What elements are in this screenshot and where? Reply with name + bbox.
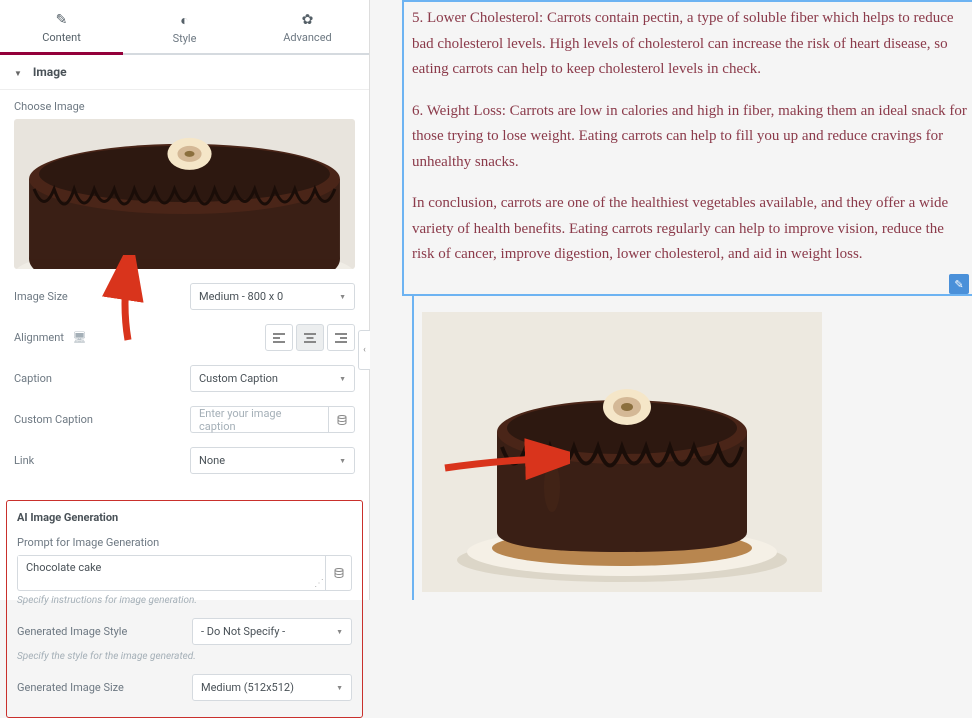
field-alignment: Alignment 🖥 — [14, 324, 355, 351]
preview-content: 5. Lower Cholesterol: Carrots contain pe… — [370, 0, 972, 600]
ai-prompt-label: Prompt for Image Generation — [17, 536, 352, 549]
alignment-buttons — [265, 324, 355, 351]
custom-caption-input[interactable]: Enter your image caption — [190, 406, 328, 433]
panel-body: Choose Image Image Size Medium - 800 x 0 — [0, 90, 369, 498]
alignment-label: Alignment 🖥 — [14, 331, 87, 344]
align-center-button[interactable] — [296, 324, 324, 351]
image-size-select[interactable]: Medium - 800 x 0 — [190, 283, 355, 310]
ai-size-row: Generated Image Size Medium (512x512) — [17, 674, 352, 701]
section-image-label: Image — [33, 65, 67, 79]
custom-caption-input-group: Enter your image caption — [190, 406, 355, 433]
caption-value: Custom Caption — [199, 372, 278, 385]
link-select[interactable]: None — [190, 447, 355, 474]
field-link: Link None — [14, 447, 355, 474]
editor-sidebar: ✎ Content ◐ Style ✿ Advanced Image Choos… — [0, 0, 370, 600]
align-left-button[interactable] — [265, 324, 293, 351]
ai-image-generation-section: AI Image Generation Prompt for Image Gen… — [6, 500, 363, 718]
ai-prompt-input[interactable] — [18, 556, 325, 586]
dynamic-tags-button[interactable] — [328, 406, 355, 433]
tab-content[interactable]: ✎ Content — [0, 0, 123, 53]
ai-style-value: - Do Not Specify - — [201, 625, 285, 638]
ai-size-value: Medium (512x512) — [201, 681, 294, 694]
tab-advanced-label: Advanced — [283, 31, 331, 44]
ai-size-label: Generated Image Size — [17, 681, 124, 694]
panel-collapse-handle[interactable]: ‹ — [358, 330, 370, 370]
gear-icon: ✿ — [246, 12, 369, 28]
image-preview[interactable] — [14, 119, 355, 269]
align-center-icon — [304, 333, 316, 343]
ai-style-desc: Specify the style for the image generate… — [17, 651, 352, 662]
section-image-header[interactable]: Image — [0, 55, 369, 90]
text-widget[interactable]: 5. Lower Cholesterol: Carrots contain pe… — [402, 0, 972, 296]
generated-image — [422, 312, 822, 592]
ai-prompt-wrap: ⋰ — [17, 555, 325, 591]
resize-handle-icon[interactable]: ⋰ — [314, 578, 324, 589]
ai-prompt-row: ⋰ — [17, 555, 352, 591]
ai-section-title: AI Image Generation — [17, 511, 352, 524]
align-left-icon — [273, 333, 285, 343]
image-size-label: Image Size — [14, 290, 68, 303]
tab-content-label: Content — [42, 31, 81, 44]
caption-label: Caption — [14, 372, 52, 385]
paragraph-conclusion: In conclusion, carrots are one of the he… — [412, 191, 968, 268]
ai-prompt-dynamic-button[interactable] — [325, 555, 352, 591]
ai-style-select[interactable]: - Do Not Specify - — [192, 618, 352, 645]
editor-tabs: ✎ Content ◐ Style ✿ Advanced — [0, 0, 369, 55]
align-right-button[interactable] — [327, 324, 355, 351]
choose-image-label: Choose Image — [14, 100, 355, 113]
tab-style[interactable]: ◐ Style — [123, 0, 246, 53]
paragraph-6: 6. Weight Loss: Carrots are low in calor… — [412, 99, 968, 176]
ai-prompt-desc: Specify instructions for image generatio… — [17, 595, 352, 606]
ai-style-row: Generated Image Style - Do Not Specify - — [17, 618, 352, 645]
paragraph-5: 5. Lower Cholesterol: Carrots contain pe… — [412, 6, 968, 83]
field-caption: Caption Custom Caption — [14, 365, 355, 392]
contrast-icon: ◐ — [123, 12, 246, 29]
database-icon — [334, 568, 344, 578]
widget-edit-button[interactable]: ✎ — [949, 274, 969, 294]
tab-advanced[interactable]: ✿ Advanced — [246, 0, 369, 53]
field-image-size: Image Size Medium - 800 x 0 — [14, 283, 355, 310]
caption-select[interactable]: Custom Caption — [190, 365, 355, 392]
link-value: None — [199, 454, 225, 467]
image-size-value: Medium - 800 x 0 — [199, 290, 283, 303]
pencil-icon: ✎ — [954, 278, 963, 291]
field-custom-caption: Custom Caption Enter your image caption — [14, 406, 355, 433]
link-label: Link — [14, 454, 34, 467]
ai-size-select[interactable]: Medium (512x512) — [192, 674, 352, 701]
tab-style-label: Style — [173, 32, 197, 45]
align-right-icon — [335, 333, 347, 343]
database-icon — [337, 415, 347, 425]
custom-caption-label: Custom Caption — [14, 413, 93, 426]
desktop-icon[interactable]: 🖥 — [73, 331, 87, 344]
ai-style-label: Generated Image Style — [17, 625, 127, 638]
image-widget[interactable] — [412, 296, 972, 601]
pencil-icon: ✎ — [0, 12, 123, 28]
